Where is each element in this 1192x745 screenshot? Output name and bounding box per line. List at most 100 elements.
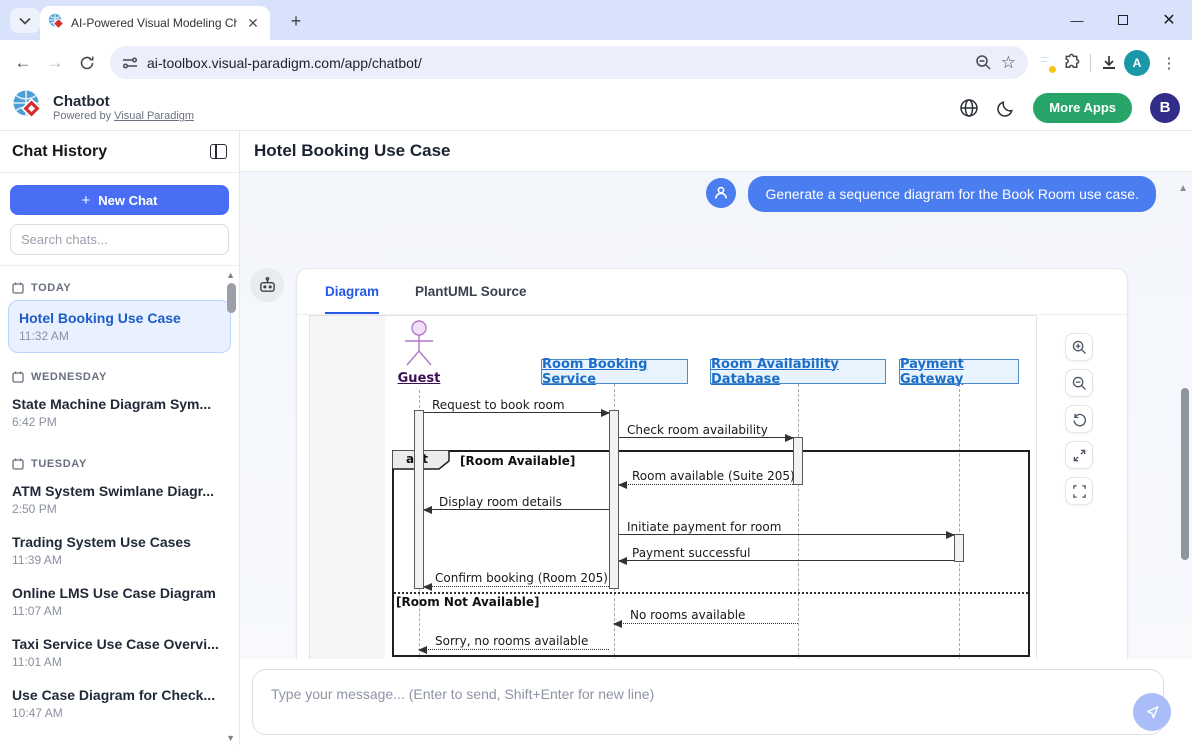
tab-search-chevron-icon[interactable] xyxy=(10,8,40,33)
message-arrow xyxy=(424,509,609,510)
search-chats-input[interactable] xyxy=(10,224,229,255)
window-maximize-button[interactable] xyxy=(1100,0,1146,40)
back-button[interactable]: ← xyxy=(10,50,36,76)
section-header-today: TODAY xyxy=(0,274,239,300)
tab-title: AI-Powered Visual Modeling Ch xyxy=(71,16,237,30)
send-button[interactable] xyxy=(1133,693,1171,731)
message-label: No rooms available xyxy=(630,608,745,622)
message-input[interactable] xyxy=(253,670,1163,734)
participant-payment-gateway: Payment Gateway xyxy=(899,359,1019,384)
chat-item-hotel-booking[interactable]: Hotel Booking Use Case 11:32 AM xyxy=(8,300,231,353)
tab-plantuml-source[interactable]: PlantUML Source xyxy=(415,269,527,314)
forward-button[interactable]: → xyxy=(42,50,68,76)
browser-profile-avatar[interactable]: A xyxy=(1124,50,1150,76)
guard-room-available: [Room Available] xyxy=(460,454,575,468)
message-arrow xyxy=(424,412,609,413)
chat-item-trading-system[interactable]: Trading System Use Cases 11:39 AM xyxy=(0,527,239,578)
dark-mode-moon-icon[interactable] xyxy=(997,99,1015,117)
actor-guest-label: Guest xyxy=(389,371,449,386)
fullscreen-button[interactable] xyxy=(1065,477,1093,505)
conversation-title: Hotel Booking Use Case xyxy=(240,131,1192,172)
chat-scrollbar-thumb[interactable] xyxy=(1181,388,1189,560)
site-settings-icon[interactable] xyxy=(122,56,138,70)
calendar-icon xyxy=(12,371,24,383)
calendar-icon xyxy=(12,282,24,294)
alt-divider xyxy=(394,592,1028,594)
sidebar-scroll-down-icon[interactable]: ▼ xyxy=(226,733,235,743)
reading-mode-icon[interactable] xyxy=(1038,53,1056,73)
zoom-in-button[interactable] xyxy=(1065,333,1093,361)
browser-tab[interactable]: AI-Powered Visual Modeling Ch ✕ xyxy=(40,6,270,40)
zoom-out-button[interactable] xyxy=(1065,369,1093,397)
message-label: Display room details xyxy=(439,495,562,509)
chat-item-taxi-service[interactable]: Taxi Service Use Case Overvi... 11:01 AM xyxy=(0,629,239,680)
diagram-card: Diagram PlantUML Source xyxy=(296,268,1128,659)
sidebar-scrollbar-thumb[interactable] xyxy=(227,283,236,313)
extensions-icon[interactable] xyxy=(1062,53,1081,72)
more-apps-button[interactable]: More Apps xyxy=(1033,93,1132,123)
calendar-icon xyxy=(12,458,24,470)
app-subtitle: Powered by Visual Paradigm xyxy=(53,110,194,122)
activation-guest xyxy=(414,410,424,589)
message-label: Request to book room xyxy=(432,398,565,412)
message-arrow xyxy=(619,484,793,485)
diagram-controls xyxy=(1065,333,1093,505)
chat-scroll-up-icon[interactable]: ▲ xyxy=(1178,183,1188,194)
visual-paradigm-link[interactable]: Visual Paradigm xyxy=(114,110,194,122)
diagram-viewport[interactable]: alt [Room Available] [Room Not Available… xyxy=(309,315,1037,659)
zoom-page-icon[interactable] xyxy=(975,54,992,71)
collapse-sidebar-icon[interactable] xyxy=(210,144,227,159)
user-avatar[interactable]: B xyxy=(1150,93,1180,123)
message-input-box[interactable] xyxy=(252,669,1164,735)
chat-item-state-machine[interactable]: State Machine Diagram Sym... 6:42 PM xyxy=(0,389,239,440)
window-close-button[interactable]: ✕ xyxy=(1146,0,1192,40)
message-label: Initiate payment for room xyxy=(627,520,781,534)
sidebar-scroll-up-icon[interactable]: ▲ xyxy=(226,270,235,280)
downloads-icon[interactable] xyxy=(1100,54,1118,72)
language-globe-icon[interactable] xyxy=(959,98,979,118)
plus-icon: + xyxy=(82,192,91,209)
reload-button[interactable] xyxy=(74,50,100,76)
participant-room-booking-service: Room Booking Service xyxy=(541,359,688,384)
fit-to-screen-button[interactable] xyxy=(1065,441,1093,469)
chat-item-online-lms[interactable]: Online LMS Use Case Diagram 11:07 AM xyxy=(0,578,239,629)
address-bar[interactable]: ai-toolbox.visual-paradigm.com/app/chatb… xyxy=(110,46,1028,79)
message-label: Sorry, no rooms available xyxy=(435,634,588,648)
favicon xyxy=(48,13,64,34)
guard-room-not-available: [Room Not Available] xyxy=(396,595,540,609)
browser-titlebar: AI-Powered Visual Modeling Ch ✕ + — ✕ xyxy=(0,0,1192,40)
message-label: Room available (Suite 205) xyxy=(632,469,795,483)
send-plane-icon xyxy=(1144,704,1161,721)
reset-view-button[interactable] xyxy=(1065,405,1093,433)
user-message-avatar-icon xyxy=(706,178,736,208)
app-title: Chatbot xyxy=(53,93,194,110)
chat-item-atm-swimlane[interactable]: ATM System Swimlane Diagr... 2:50 PM xyxy=(0,476,239,527)
participant-room-availability-database: Room Availability Database xyxy=(710,359,886,384)
section-header-wednesday: WEDNESDAY xyxy=(0,363,239,389)
user-message-bubble: Generate a sequence diagram for the Book… xyxy=(748,176,1156,212)
app-header: Chatbot Powered by Visual Paradigm More … xyxy=(0,85,1192,131)
browser-toolbar: ← → ai-toolbox.visual-paradigm.com/app/c… xyxy=(0,40,1192,85)
window-minimize-button[interactable]: — xyxy=(1054,0,1100,40)
new-chat-button[interactable]: + New Chat xyxy=(10,185,229,215)
bookmark-star-icon[interactable]: ☆ xyxy=(1001,53,1016,73)
url-text[interactable]: ai-toolbox.visual-paradigm.com/app/chatb… xyxy=(147,55,966,71)
message-label: Check room availability xyxy=(627,423,768,437)
browser-menu-icon[interactable]: ⋮ xyxy=(1156,50,1182,76)
main-panel: Hotel Booking Use Case Generate a sequen… xyxy=(240,131,1192,745)
message-arrow xyxy=(424,586,609,587)
message-arrow xyxy=(619,534,954,535)
sequence-diagram: alt [Room Available] [Room Not Available… xyxy=(385,316,1037,659)
message-arrow xyxy=(419,649,609,650)
composer xyxy=(240,659,1192,745)
diagram-tabs: Diagram PlantUML Source xyxy=(297,269,1127,315)
tab-close-icon[interactable]: ✕ xyxy=(244,14,262,32)
sidebar-title: Chat History xyxy=(12,143,107,161)
chat-item-use-case-check[interactable]: Use Case Diagram for Check... 10:47 AM xyxy=(0,680,239,731)
chat-area: Generate a sequence diagram for the Book… xyxy=(240,172,1192,659)
tab-diagram[interactable]: Diagram xyxy=(325,269,379,314)
visual-paradigm-logo xyxy=(12,89,44,126)
actor-guest-icon xyxy=(397,319,441,369)
new-tab-button[interactable]: + xyxy=(284,9,308,33)
bot-avatar-robot-icon xyxy=(250,268,284,302)
